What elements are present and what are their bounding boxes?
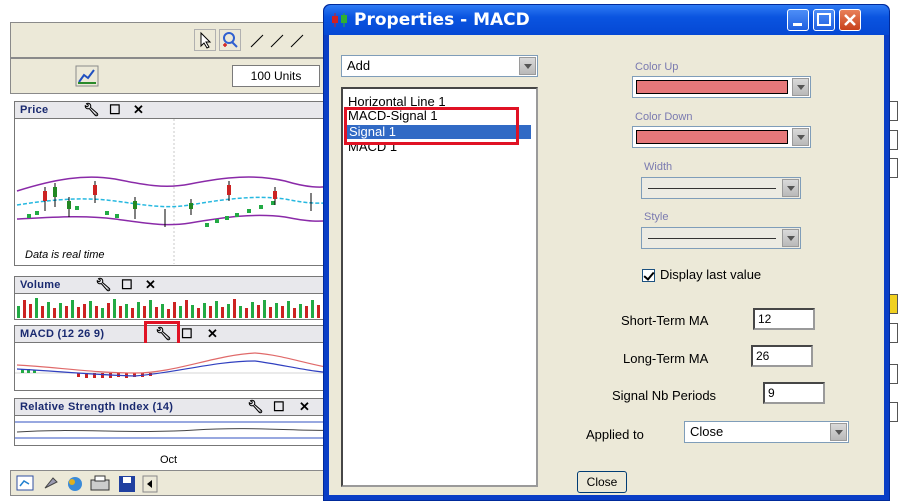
macd-chart[interactable]: [14, 343, 340, 391]
rsi-panel-title: Relative Strength Index (14): [20, 401, 174, 413]
wrench-icon[interactable]: 🔧︎: [83, 102, 100, 118]
maximize-icon: [817, 13, 831, 26]
dialog-titlebar[interactable]: Properties - MACD: [324, 5, 889, 35]
style-label: Style: [644, 211, 669, 223]
width-select[interactable]: [641, 177, 801, 199]
x-axis-label: Oct: [160, 454, 178, 466]
line-tool-icon[interactable]: [249, 31, 309, 56]
volume-panel-title: Volume: [20, 279, 61, 291]
drawing-toolbar: [10, 22, 340, 58]
close-button[interactable]: Close: [577, 471, 627, 493]
display-last-value-label: Display last value: [660, 267, 762, 282]
candlestick-icon: [332, 13, 347, 27]
rsi-plot: [15, 421, 340, 439]
chevron-down-icon: [519, 57, 536, 75]
price-chart[interactable]: Data is real time: [14, 119, 340, 266]
pointer-icon: [200, 31, 212, 49]
add-select[interactable]: Add: [341, 55, 538, 77]
maximize-button[interactable]: [813, 9, 835, 31]
signal-periods-input[interactable]: 9: [763, 382, 825, 404]
chevron-down-icon: [782, 229, 799, 247]
applied-to-label: Applied to: [586, 427, 644, 442]
signal-periods-label: Signal Nb Periods: [612, 388, 717, 403]
price-panel-title: Price: [20, 104, 49, 116]
close-icon[interactable]: ✕: [299, 399, 310, 415]
chevron-down-icon: [782, 179, 799, 197]
close-icon[interactable]: ✕: [133, 102, 144, 118]
width-label: Width: [644, 161, 673, 173]
color-down-swatch: [636, 130, 788, 144]
pointer-tool-button[interactable]: [194, 29, 216, 51]
close-icon[interactable]: ✕: [145, 277, 156, 293]
maximize-icon[interactable]: ☐: [273, 399, 285, 415]
long-term-ma-input[interactable]: 26: [751, 345, 813, 367]
minimize-button[interactable]: [787, 9, 809, 31]
style-select[interactable]: [641, 227, 801, 249]
line-preview: [648, 188, 776, 189]
volume-chart[interactable]: [14, 294, 340, 320]
rsi-panel-header: Relative Strength Index (14) 🔧︎ ☐ ✕: [14, 398, 340, 416]
display-last-value-checkbox[interactable]: [642, 269, 655, 282]
series-list[interactable]: Horizontal Line 1 MACD-Signal 1 Signal 1…: [341, 87, 538, 487]
minimize-icon: [793, 23, 802, 26]
volume-bars: [17, 298, 320, 318]
bottom-toolbar: [10, 470, 340, 496]
maximize-icon[interactable]: ☐: [121, 277, 133, 293]
units-field[interactable]: 100 Units: [232, 65, 320, 87]
bottom-toolbar-icons[interactable]: [15, 472, 215, 496]
price-panel-header: Price 🔧︎ ☐ ✕: [14, 101, 340, 119]
maximize-icon[interactable]: ☐: [181, 326, 193, 342]
zoom-tool-button[interactable]: [219, 29, 241, 51]
zoom-icon: [223, 32, 238, 48]
add-select-value: Add: [347, 58, 371, 73]
macd-panel-title: MACD (12 26 9): [20, 328, 105, 340]
rsi-chart[interactable]: [14, 416, 340, 446]
line-preview: [648, 238, 776, 239]
realtime-note: Data is real time: [25, 249, 105, 261]
chevron-down-icon: [830, 423, 847, 441]
dialog-title: Properties - MACD: [354, 10, 530, 30]
chevron-down-icon: [792, 128, 809, 146]
color-up-swatch: [636, 80, 788, 94]
selection-highlight: [344, 107, 519, 145]
price-plot: [16, 119, 339, 264]
dialog-client-area: Add Horizontal Line 1 MACD-Signal 1 Sign…: [329, 35, 884, 495]
short-term-ma-input[interactable]: 12: [753, 308, 815, 330]
applied-to-select[interactable]: Close: [684, 421, 849, 443]
color-down-picker[interactable]: [632, 126, 811, 148]
close-window-button[interactable]: [839, 9, 861, 31]
properties-dialog: Properties - MACD Add Horizontal Line 1 …: [323, 4, 890, 501]
volume-panel-header: Volume 🔧︎ ☐ ✕: [14, 276, 340, 294]
color-up-picker[interactable]: [632, 76, 811, 98]
applied-to-value: Close: [690, 424, 724, 439]
color-up-label: Color Up: [635, 61, 679, 73]
long-term-ma-label: Long-Term MA: [623, 351, 709, 366]
close-icon[interactable]: ✕: [207, 326, 218, 342]
wrench-icon[interactable]: 🔧︎: [95, 277, 112, 293]
maximize-icon[interactable]: ☐: [109, 102, 121, 118]
macd-plot: [15, 352, 340, 378]
short-term-ma-label: Short-Term MA: [621, 313, 709, 328]
color-down-label: Color Down: [635, 111, 693, 123]
chevron-down-icon: [792, 78, 809, 96]
chart-type-icon[interactable]: [75, 65, 99, 92]
wrench-icon[interactable]: 🔧︎: [247, 399, 264, 415]
close-icon: [844, 14, 856, 26]
